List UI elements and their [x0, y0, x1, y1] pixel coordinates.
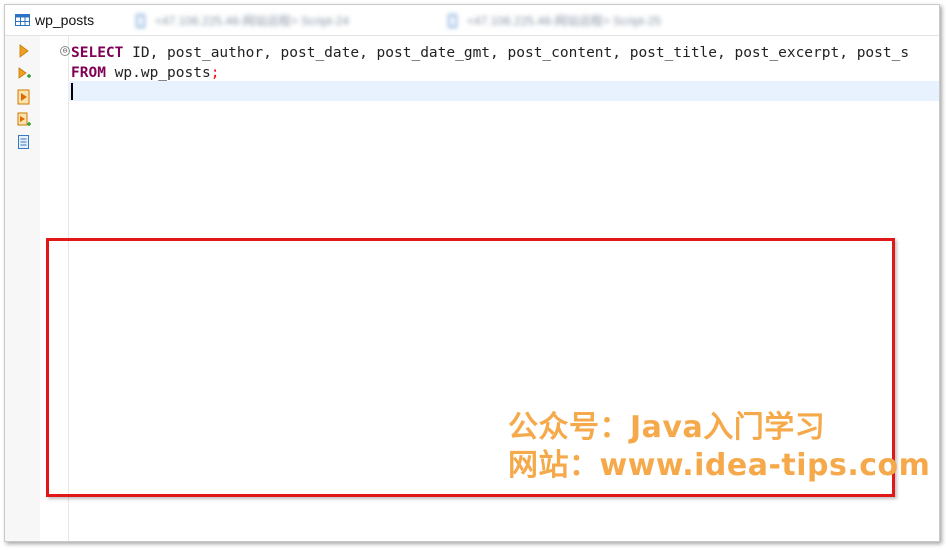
- execute-script-icon[interactable]: [17, 89, 31, 105]
- tab-wp-posts[interactable]: wp_posts: [15, 5, 94, 35]
- select-columns: ID, post_author, post_date, post_date_gm…: [123, 45, 910, 61]
- from-table: wp.wp_posts: [105, 65, 211, 81]
- execute-in-new-tab-icon[interactable]: [17, 67, 31, 81]
- tab-label: wp_posts: [35, 12, 95, 28]
- keyword-select: SELECT: [71, 45, 124, 61]
- tab-label: <47.106.225.46-网站远程> Script-25: [467, 13, 662, 28]
- watermark-line-2: 网站：www.idea-tips.com: [508, 448, 931, 483]
- execute-script-new-tab-icon[interactable]: [17, 112, 31, 126]
- script-icon: [447, 14, 462, 28]
- explain-plan-icon[interactable]: [17, 134, 31, 149]
- script-icon: [135, 14, 150, 28]
- current-line-highlight: [68, 81, 939, 101]
- keyword-from: FROM: [71, 65, 106, 81]
- code-line-2: FROM wp.wp_posts;: [71, 63, 219, 83]
- text-caret: [71, 83, 73, 100]
- table-icon: [15, 14, 30, 26]
- code-line-1: SELECT ID, post_author, post_date, post_…: [71, 43, 909, 63]
- editor-tab-bar: wp_posts <47.106.225.46-网站远程> Script-24 …: [5, 5, 939, 36]
- execute-statement-icon[interactable]: [17, 44, 31, 58]
- tab-script-25[interactable]: <47.106.225.46-网站远程> Script-25: [447, 5, 661, 35]
- statement-terminator: ;: [210, 65, 220, 81]
- tab-script-24[interactable]: <47.106.225.46-网站远程> Script-24: [135, 5, 349, 35]
- tab-label: <47.106.225.46-网站远程> Script-24: [155, 13, 350, 28]
- editor-toolbar: [5, 36, 41, 541]
